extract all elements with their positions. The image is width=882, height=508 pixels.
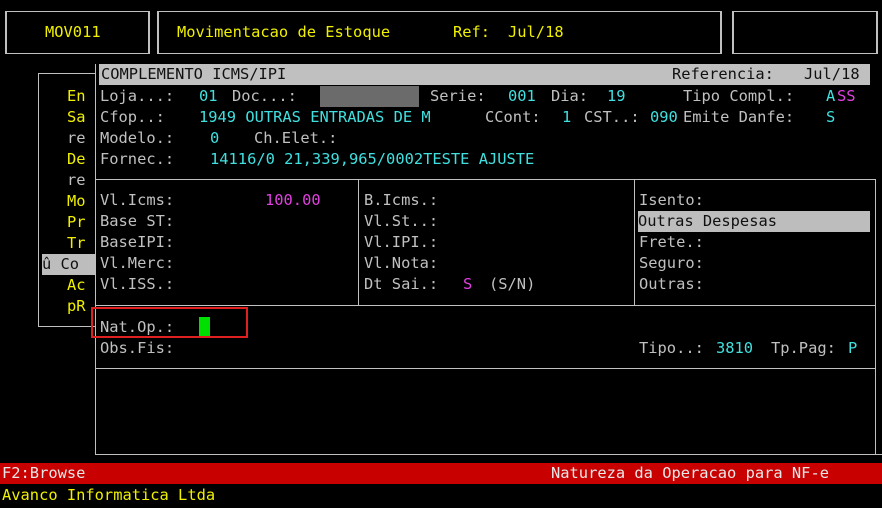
dia-label: Dia: xyxy=(551,87,589,105)
seguro-label: Seguro: xyxy=(639,254,704,272)
vl-icms-label: Vl.Icms: xyxy=(100,191,175,209)
modelo-label: Modelo.: xyxy=(100,129,175,147)
vl-merc-label: Vl.Merc: xyxy=(100,254,175,272)
tipo-compl-value-prefix[interactable]: A xyxy=(826,86,835,107)
dia-value[interactable]: 19 xyxy=(607,86,626,107)
company-name: Avanco Informatica Ltda xyxy=(2,486,216,504)
tp-pag-value[interactable]: P xyxy=(848,338,857,359)
emite-danfe-label: Emite Danfe: xyxy=(683,108,795,126)
loja-label: Loja...: xyxy=(100,87,175,105)
menu-item-complemento-selected[interactable]: û Co xyxy=(42,254,95,275)
fornec-value[interactable]: 14116/0 21,339,965/0002TESTE AJUSTE xyxy=(210,149,534,170)
menu-item-entradas[interactable]: En xyxy=(67,86,86,107)
menu-item-producao[interactable]: Pr xyxy=(67,212,86,233)
tipo-value[interactable]: 3810 xyxy=(716,338,753,359)
fornec-label: Fornec.: xyxy=(100,150,175,168)
vl-iss-label: Vl.ISS.: xyxy=(100,275,175,293)
loja-value[interactable]: 01 xyxy=(199,86,218,107)
vl-ipi-label: Vl.IPI.: xyxy=(364,233,439,251)
menu-item-saidas[interactable]: Sa xyxy=(67,107,86,128)
menu-item-devolucoes[interactable]: De xyxy=(67,149,86,170)
dialog-ref-label: Referencia: xyxy=(672,65,774,83)
serie-label: Serie: xyxy=(430,87,486,105)
isento-label: Isento: xyxy=(639,191,704,209)
emite-danfe-value[interactable]: S xyxy=(826,107,835,128)
tipo-compl-value-suffix[interactable]: SS xyxy=(837,86,856,107)
dt-sai-value[interactable]: S xyxy=(463,274,472,295)
vl-nota-label: Vl.Nota: xyxy=(364,254,439,272)
tipo-label: Tipo..: xyxy=(639,339,704,357)
dialog-title: COMPLEMENTO ICMS/IPI xyxy=(101,65,287,83)
doc-label: Doc...: xyxy=(232,87,297,105)
nat-op-highlight-box xyxy=(91,307,248,338)
menu-item-transferencia[interactable]: Tr xyxy=(67,233,86,254)
ccont-value[interactable]: 1 xyxy=(562,107,571,128)
grid-col-divider-2 xyxy=(634,179,635,305)
b-icms-label: B.Icms.: xyxy=(364,191,439,209)
grid-bottom-line xyxy=(95,305,875,306)
serie-value[interactable]: 001 xyxy=(508,86,536,107)
cfop-value[interactable]: 1949 OUTRAS ENTRADAS DE M xyxy=(199,107,431,128)
cst-value[interactable]: 090 xyxy=(650,107,678,128)
base-ipi-label: BaseIPI: xyxy=(100,233,175,251)
menu-item-movimento[interactable]: Mo xyxy=(67,191,86,212)
dialog-ref-value: Jul/18 xyxy=(804,65,860,83)
tp-pag-label: Tp.Pag: xyxy=(771,339,836,357)
menu-item-re-2[interactable]: re xyxy=(67,170,86,191)
frete-label: Frete.: xyxy=(639,233,704,251)
modelo-value[interactable]: 0 xyxy=(210,128,219,149)
doc-field-masked[interactable] xyxy=(320,86,419,107)
vl-st-label: Vl.St..: xyxy=(364,212,439,230)
grid-right-edge xyxy=(875,179,876,454)
ccont-label: CCont: xyxy=(485,108,541,126)
grid-top-line xyxy=(95,179,875,180)
obs-fis-label: Obs.Fis: xyxy=(100,339,175,357)
cfop-label: Cfop..: xyxy=(100,108,165,126)
dt-sai-label: Dt Sai.: xyxy=(364,275,439,293)
grid-col-divider-1 xyxy=(358,179,359,305)
dt-sai-hint: (S/N) xyxy=(489,275,536,293)
outras-despesas-label-highlighted[interactable]: Outras Despesas xyxy=(638,211,870,232)
tipo-compl-label: Tipo Compl.: xyxy=(683,87,795,105)
cst-label: CST..: xyxy=(584,108,640,126)
base-st-label: Base ST: xyxy=(100,212,175,230)
obs-separator-line xyxy=(95,368,875,369)
menu-item-pr[interactable]: pR xyxy=(67,296,86,317)
vl-icms-value[interactable]: 100.00 xyxy=(265,190,321,211)
menu-item-re-1[interactable]: re xyxy=(67,128,86,149)
screen-title: Movimentacao de Estoque xyxy=(177,23,391,41)
status-message: Natureza da Operacao para NF-e xyxy=(551,464,829,482)
program-code: MOV011 xyxy=(45,23,101,41)
header-ref-label: Ref: xyxy=(453,23,491,41)
outras-label: Outras: xyxy=(639,275,704,293)
menu-item-ajuste[interactable]: Ac xyxy=(67,275,86,296)
chelet-label: Ch.Elet.: xyxy=(254,129,338,147)
header-ref-value: Jul/18 xyxy=(508,23,564,41)
right-header-box xyxy=(732,11,878,54)
status-key-hint[interactable]: F2:Browse xyxy=(2,463,85,484)
